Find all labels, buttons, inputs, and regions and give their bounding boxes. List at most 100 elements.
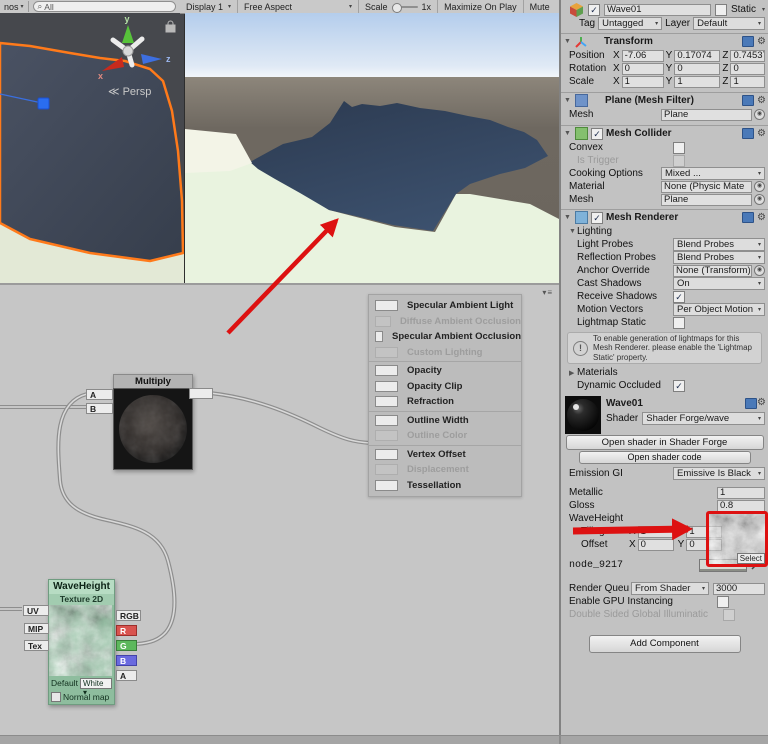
output-socket[interactable] <box>375 414 398 426</box>
shader-forge-canvas[interactable]: ▾≡ Multiply A B WaveHeight Texture 2D De… <box>0 283 559 737</box>
gear-icon[interactable]: ⚙ <box>757 95 766 106</box>
maximize-on-play-button[interactable]: Maximize On Play <box>438 0 524 13</box>
gear-icon[interactable]: ⚙ <box>757 36 766 47</box>
scale-y-field[interactable]: 1 <box>674 75 721 88</box>
waveheight-node[interactable]: WaveHeight Texture 2D Default White ▾ No… <box>23 579 141 705</box>
object-picker-icon[interactable]: ◉ <box>754 194 765 205</box>
slider-knob[interactable] <box>391 2 402 13</box>
chevron-down-icon[interactable]: ▾ <box>762 6 765 13</box>
convex-checkbox[interactable] <box>673 141 685 154</box>
position-y-field[interactable]: 0.17074 <box>674 49 721 62</box>
foldout-icon[interactable]: ▼ <box>564 38 572 45</box>
cast-shadows-dropdown[interactable]: On ▾ <box>673 277 765 290</box>
receive-shadows-checkbox[interactable]: ✓ <box>673 290 685 303</box>
scene-selected-plane[interactable] <box>0 41 184 263</box>
reflection-probes-dropdown[interactable]: Blend Probes ▾ <box>673 251 765 264</box>
multiply-output[interactable] <box>189 388 213 399</box>
multiply-input-a[interactable]: A <box>86 389 113 400</box>
gameobject-name-field[interactable]: Wave01 <box>604 3 711 16</box>
rotation-y-field[interactable]: 0 <box>674 62 721 75</box>
scene-cube-gizmo[interactable] <box>37 97 50 110</box>
component-enabled-checkbox[interactable]: ✓ <box>591 127 603 140</box>
object-picker-icon[interactable]: ◉ <box>754 109 765 120</box>
rotation-z-field[interactable]: 0 <box>730 62 765 75</box>
active-checkbox[interactable]: ✓ <box>588 3 600 16</box>
tiling-x-field[interactable]: 1 <box>637 525 674 538</box>
open-shader-forge-button[interactable]: Open shader in Shader Forge <box>565 435 764 450</box>
gear-icon[interactable]: ⚙ <box>757 212 766 223</box>
help-icon[interactable] <box>742 36 755 47</box>
gear-icon[interactable]: ⚙ <box>757 128 766 139</box>
scale-slider[interactable]: Scale 1x <box>359 0 439 13</box>
mesh-collider-header[interactable]: ▼ ✓ Mesh Collider ⚙ <box>561 125 768 141</box>
help-icon[interactable] <box>745 397 758 409</box>
display-dropdown[interactable]: Display 1 ▾ <box>180 0 239 13</box>
mute-button[interactable]: Mute <box>524 0 556 13</box>
shader-dropdown[interactable]: Shader Forge/wave ▾ <box>642 411 765 425</box>
scene-search-input[interactable]: ⌕ All <box>32 1 176 12</box>
material-header[interactable]: Wave01 ⚙ Shader Shader Forge/wave ▾ <box>561 396 768 434</box>
gpu-instancing-checkbox[interactable] <box>717 595 729 608</box>
emission-gi-dropdown[interactable]: Emissive Is Black ▾ <box>673 467 765 480</box>
lighting-foldout[interactable]: ▼ Lighting <box>561 225 768 238</box>
offset-x-field[interactable]: 0 <box>637 538 674 551</box>
render-queue-number-field[interactable]: 3000 <box>713 582 765 595</box>
motion-vectors-dropdown[interactable]: Per Object Motion ▾ <box>673 303 765 316</box>
waveheight-output-rgb[interactable]: RGB <box>116 610 141 621</box>
slider-track[interactable] <box>391 2 418 13</box>
help-icon[interactable] <box>742 212 755 223</box>
waveheight-input-uv[interactable]: UV <box>23 605 49 616</box>
foldout-icon[interactable]: ▶ <box>569 369 577 377</box>
help-icon[interactable] <box>742 95 755 106</box>
scale-z-field[interactable]: 1 <box>730 75 765 88</box>
dynamic-occluded-checkbox[interactable]: ✓ <box>673 379 685 392</box>
multiply-input-b[interactable]: B <box>86 403 113 414</box>
multiply-node[interactable]: Multiply A B <box>86 374 213 470</box>
gizmos-dropdown[interactable]: nos ▾ <box>0 1 29 12</box>
transform-header[interactable]: ▼ Transform ⚙ <box>561 33 768 49</box>
mesh-field[interactable]: Plane <box>661 108 752 121</box>
component-enabled-checkbox[interactable]: ✓ <box>591 211 603 224</box>
output-row[interactable]: Specular Ambient Occlusion <box>369 329 521 345</box>
collider-mesh-field[interactable]: Plane <box>661 193 752 206</box>
render-queue-dropdown[interactable]: From Shader ▾ <box>631 582 709 595</box>
mesh-filter-header[interactable]: ▼ Plane (Mesh Filter) ⚙ <box>561 92 768 108</box>
output-socket[interactable] <box>375 448 398 460</box>
waveheight-input-mip[interactable]: MIP <box>24 623 49 634</box>
waveheight-output-g[interactable]: G <box>116 640 137 651</box>
foldout-icon[interactable]: ▼ <box>569 228 577 235</box>
scale-x-field[interactable]: 1 <box>621 75 664 88</box>
output-row[interactable]: Outline Width <box>369 413 521 429</box>
open-shader-code-button[interactable]: Open shader code <box>578 451 751 464</box>
foldout-icon[interactable]: ▼ <box>564 97 572 104</box>
output-socket[interactable] <box>375 300 398 312</box>
output-socket[interactable] <box>375 396 398 408</box>
cooking-options-dropdown[interactable]: Mixed ... ▾ <box>661 167 765 180</box>
position-z-field[interactable]: 0.74537 <box>730 49 765 62</box>
output-row-vertex-offset[interactable]: Vertex Offset <box>369 447 521 463</box>
light-probes-dropdown[interactable]: Blend Probes ▾ <box>673 238 765 251</box>
output-row[interactable]: Opacity <box>369 363 521 379</box>
object-picker-icon[interactable]: ◉ <box>754 265 765 276</box>
waveheight-output-b[interactable]: B <box>116 655 137 666</box>
gear-icon[interactable]: ⚙ <box>757 398 766 408</box>
metallic-field[interactable]: 1 <box>717 486 765 499</box>
help-icon[interactable] <box>742 128 755 139</box>
output-row[interactable]: Specular Ambient Light <box>369 298 521 314</box>
physic-material-field[interactable]: None (Physic Mate <box>661 180 752 193</box>
tag-dropdown[interactable]: Untagged ▾ <box>598 17 663 30</box>
output-socket[interactable] <box>375 331 384 343</box>
select-button[interactable]: Select <box>736 553 765 564</box>
waveheight-output-r[interactable]: R <box>116 625 137 636</box>
add-component-button[interactable]: Add Component <box>588 635 741 653</box>
gloss-field[interactable]: 0.8 <box>717 499 765 512</box>
persp-label[interactable]: ≪ Persp <box>108 86 151 98</box>
output-socket[interactable] <box>375 479 398 491</box>
aspect-dropdown[interactable]: Free Aspect ▾ <box>238 0 360 13</box>
materials-foldout[interactable]: ▶ Materials <box>561 366 768 379</box>
default-dropdown[interactable]: White ▾ <box>79 677 112 697</box>
output-row[interactable]: Refraction <box>369 394 521 410</box>
output-socket[interactable] <box>375 365 398 377</box>
waveheight-input-tex[interactable]: Tex <box>24 640 49 651</box>
normal-map-checkbox[interactable] <box>51 692 61 702</box>
